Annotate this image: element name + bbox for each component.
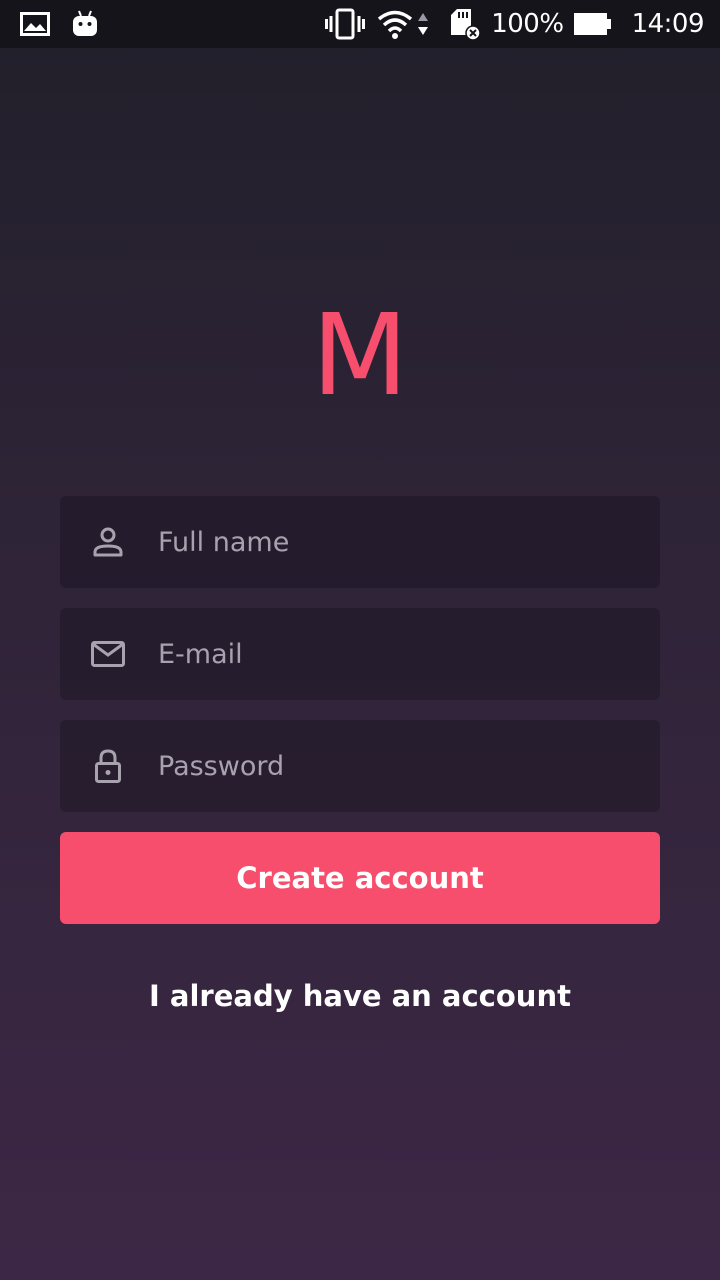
image-icon [20,12,50,36]
email-field[interactable] [60,608,660,700]
full-name-field[interactable] [60,496,660,588]
sign-in-link[interactable]: I already have an account [0,976,720,1016]
battery-icon [573,12,612,36]
wifi-icon [377,9,413,39]
password-field[interactable] [60,720,660,812]
vibrate-icon [325,8,366,40]
status-right-icons: 100% 14:09 [325,0,705,48]
mail-icon [90,636,126,672]
status-left-icons [20,10,98,38]
email-input[interactable] [158,608,638,700]
battery-percent: 100% [491,9,564,39]
status-bar: 100% 14:09 [0,0,720,48]
password-input[interactable] [158,720,638,812]
signup-screen: 100% 14:09 M Full name E-mail Create acc… [0,0,720,1280]
person-icon [90,524,126,560]
create-account-button[interactable]: Create account [60,832,660,924]
clock: 14:09 [631,9,705,39]
signup-form: Create account [60,496,660,924]
full-name-input[interactable] [158,496,638,588]
data-arrows-icon [417,11,429,37]
lock-icon [90,748,126,784]
android-icon [72,10,98,38]
app-logo: M [311,291,409,421]
sd-card-error-icon [449,7,481,41]
